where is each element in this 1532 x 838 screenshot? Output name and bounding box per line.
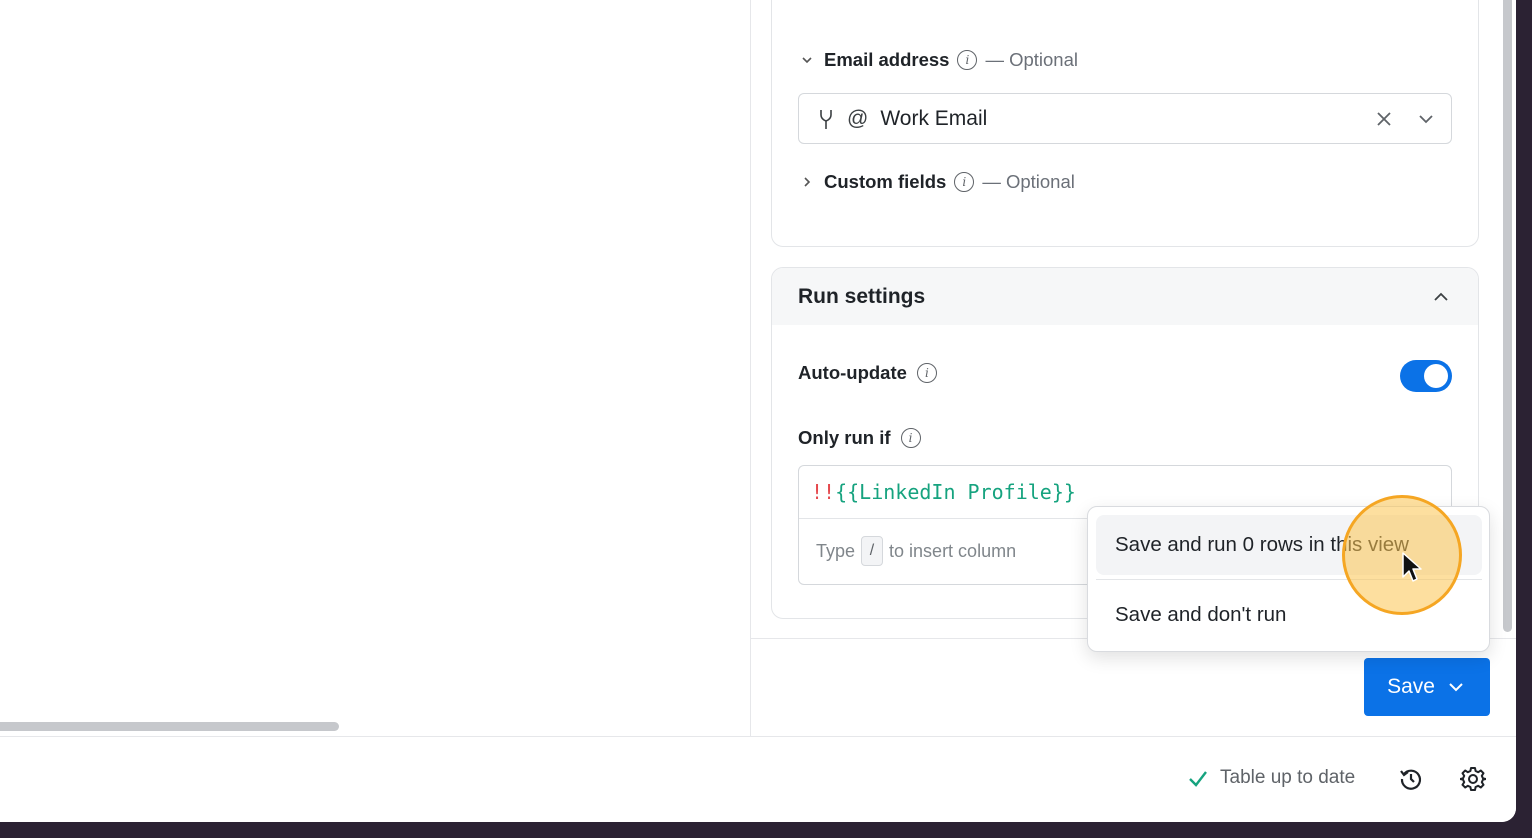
history-icon[interactable] xyxy=(1398,766,1424,792)
cursor-icon xyxy=(1402,552,1422,582)
app-window: Email address i — Optional @ Work Email … xyxy=(0,0,1516,822)
save-button-label: Save xyxy=(1387,675,1435,698)
formula-text[interactable]: !!{{LinkedIn Profile}} xyxy=(811,480,1076,504)
chevron-down-icon xyxy=(1449,683,1463,692)
horizontal-scrollbar[interactable] xyxy=(0,722,339,731)
table-status: Table up to date xyxy=(1186,766,1355,790)
hint-prefix: Type xyxy=(816,540,856,561)
merge-icon xyxy=(820,109,832,129)
email-field-label: Email address xyxy=(824,49,950,70)
run-settings-title: Run settings xyxy=(798,284,926,308)
info-icon[interactable]: i xyxy=(900,428,921,448)
info-icon[interactable]: i xyxy=(954,172,975,192)
table-area xyxy=(0,0,750,736)
chevron-up-icon[interactable] xyxy=(1430,286,1452,308)
auto-update-row: Auto-update i xyxy=(798,362,937,384)
formula-variable: {{LinkedIn Profile}} xyxy=(835,480,1076,504)
email-select[interactable]: @ Work Email xyxy=(798,93,1452,144)
only-run-if-row: Only run if i xyxy=(798,427,921,449)
chevron-down-icon[interactable] xyxy=(1415,108,1437,130)
auto-update-toggle[interactable] xyxy=(1400,360,1452,392)
email-select-value: Work Email xyxy=(880,106,988,130)
custom-optional-label: — Optional xyxy=(982,171,1075,192)
formula-negation: !! xyxy=(811,480,836,504)
at-icon: @ xyxy=(847,106,869,130)
run-settings-header[interactable]: Run settings xyxy=(772,268,1478,325)
vertical-scrollbar[interactable] xyxy=(1503,0,1512,632)
menu-item-save-dont-run-label: Save and don't run xyxy=(1115,603,1287,626)
chevron-right-icon[interactable] xyxy=(798,173,816,191)
slash-key: / xyxy=(861,536,884,566)
only-run-if-label: Only run if xyxy=(798,427,891,448)
info-icon[interactable]: i xyxy=(957,50,978,70)
info-icon[interactable]: i xyxy=(916,363,937,383)
email-field-header[interactable]: Email address i — Optional xyxy=(798,48,1078,72)
chevron-down-icon[interactable] xyxy=(798,51,816,69)
close-icon[interactable] xyxy=(1373,108,1395,130)
gear-icon[interactable] xyxy=(1460,766,1486,792)
formula-hint: Type / to insert column xyxy=(816,536,1016,566)
save-button[interactable]: Save xyxy=(1364,658,1490,716)
custom-fields-header[interactable]: Custom fields i — Optional xyxy=(798,170,1075,194)
toggle-knob xyxy=(1424,364,1448,388)
auto-update-label: Auto-update xyxy=(798,362,907,383)
hint-suffix: to insert column xyxy=(889,540,1017,561)
custom-fields-label: Custom fields xyxy=(824,171,947,192)
table-status-text: Table up to date xyxy=(1220,767,1356,788)
check-icon xyxy=(1189,771,1207,787)
email-optional-label: — Optional xyxy=(985,49,1078,70)
